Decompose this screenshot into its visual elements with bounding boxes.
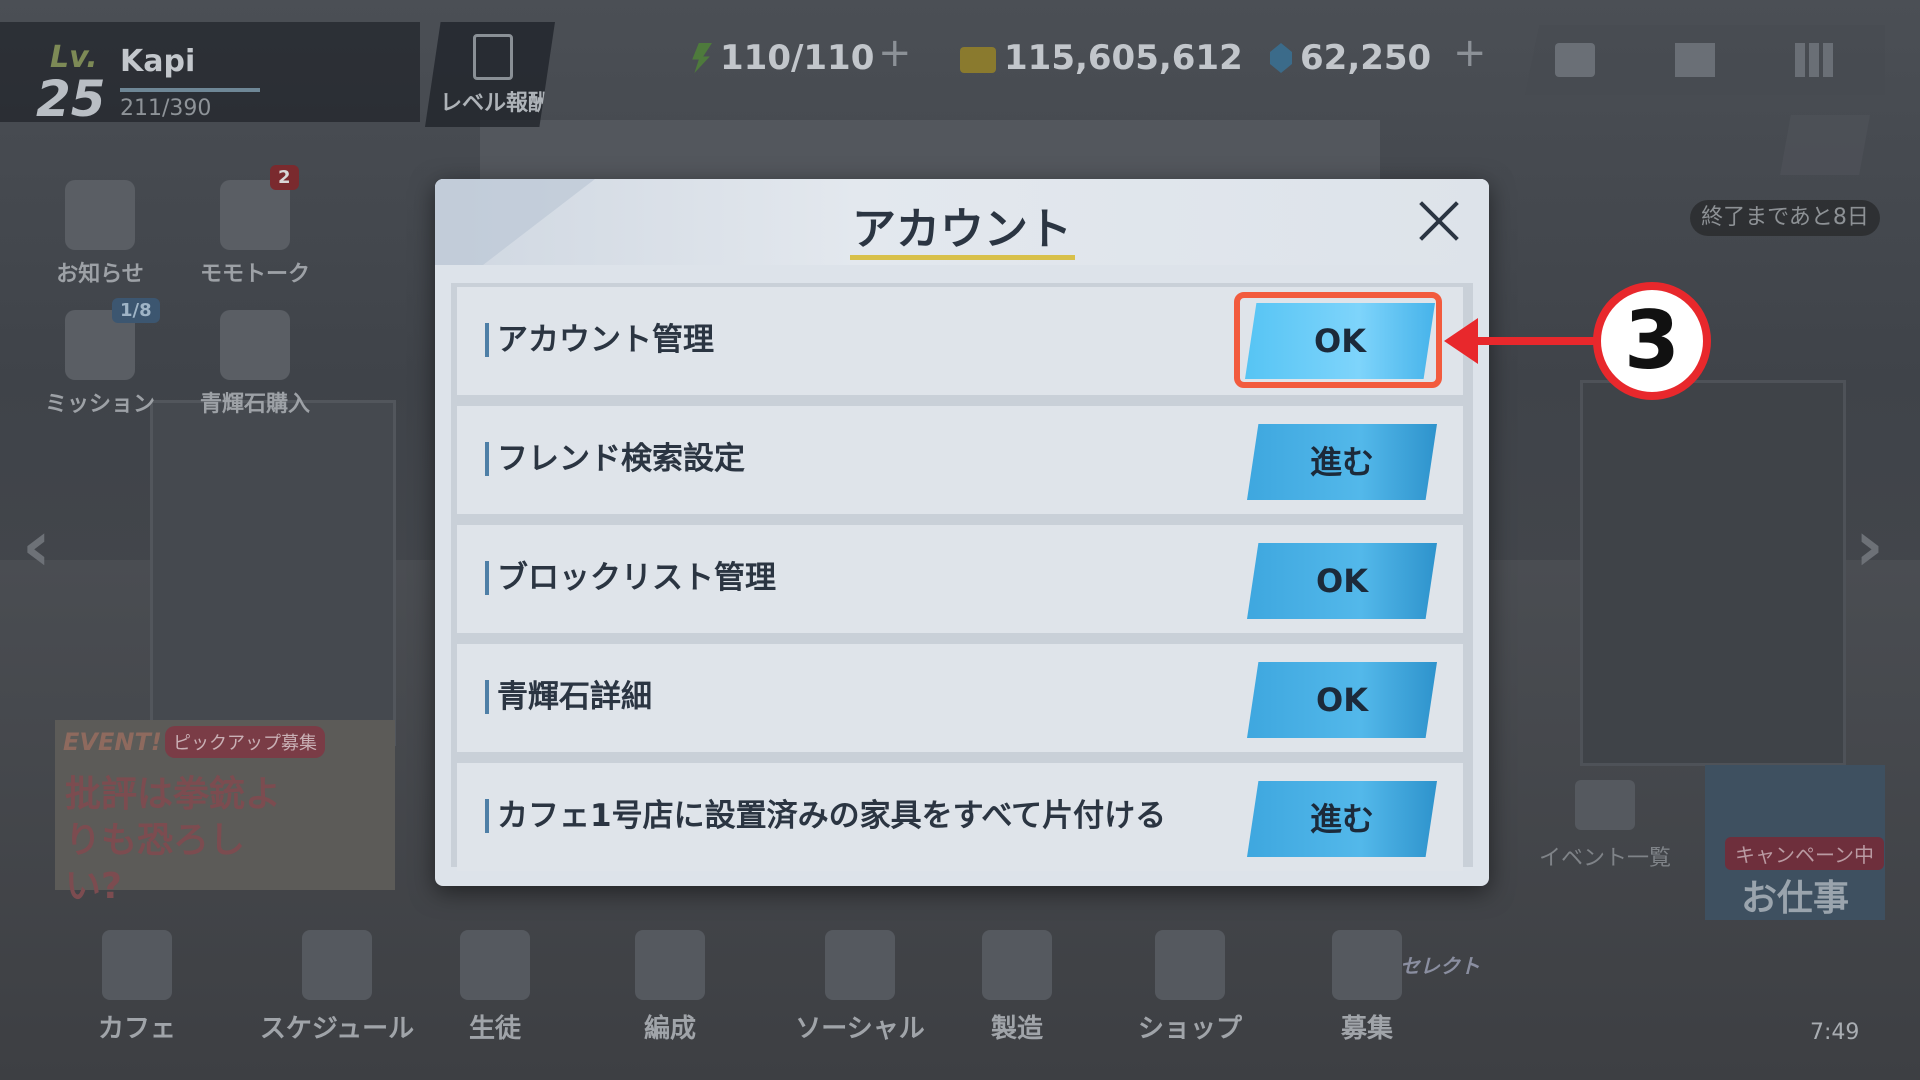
recruit-icon [1332, 930, 1402, 1000]
nav-craft-label: 製造 [990, 1014, 1043, 1044]
event-banner[interactable]: EVENT! ピックアップ募集 批評は拳銃よりも恐ろしい? [55, 720, 395, 907]
momotalk-button[interactable]: モモトーク [185, 180, 325, 288]
ap-plus-button[interactable]: + [878, 30, 912, 76]
lightning-icon [692, 43, 712, 73]
nav-recruit-label: 募集 [1340, 1014, 1393, 1044]
prev-arrow-icon[interactable]: ‹ [22, 505, 51, 587]
event-list-label: イベント一覧 [1538, 846, 1671, 871]
lock-icon [1575, 780, 1635, 830]
mission-button[interactable]: ミッション [30, 310, 170, 418]
mail-icon[interactable] [1675, 43, 1715, 77]
shop-icon [1155, 930, 1225, 1000]
work-label: お仕事 [1740, 878, 1849, 919]
account-dialog: アカウント アカウント管理 OK フレンド検索設定 進む ブロックリスト管理 O… [435, 179, 1489, 886]
nav-shop-label: ショップ [1137, 1014, 1242, 1044]
nav-cafe[interactable]: カフェ [62, 930, 212, 1045]
nav-craft[interactable]: 製造 [942, 930, 1092, 1045]
grid-menu-icon[interactable] [1795, 43, 1835, 77]
row-friend-search: フレンド検索設定 進む [457, 406, 1463, 514]
annotation-arrow-icon [1444, 318, 1478, 364]
row-label: ブロックリスト管理 [485, 561, 776, 595]
gem-shop-button[interactable]: 青輝石購入 [185, 310, 325, 418]
momotalk-badge: 2 [270, 165, 299, 190]
dialog-title: アカウント [852, 204, 1072, 255]
nav-students[interactable]: 生徒 [420, 930, 570, 1045]
friend-search-proceed-button[interactable]: 進む [1247, 424, 1437, 500]
row-label: 青輝石詳細 [485, 680, 652, 714]
row-cafe-furniture: カフェ1号店に設置済みの家具をすべて片付ける 進む [457, 763, 1463, 871]
craft-icon [982, 930, 1052, 1000]
row-gem-details: 青輝石詳細 OK [457, 644, 1463, 752]
bottom-nav: カフェ スケジュール 生徒 編成 ソーシャル 製造 ショップ 募集 [0, 930, 1920, 1080]
mission-badge: 1/8 [112, 298, 160, 323]
ap-counter: 110/110 [690, 38, 874, 78]
work-button[interactable]: キャンペーン中 お仕事 [1705, 765, 1885, 920]
notice-label: お知らせ [56, 262, 144, 287]
level-reward-label: レベル報酬 [439, 91, 550, 116]
gems-plus-button[interactable]: + [1453, 30, 1487, 76]
nav-social[interactable]: ソーシャル [770, 930, 950, 1045]
level-reward-button[interactable]: レベル報酬 [425, 22, 555, 127]
credits-value: 115,605,612 [1004, 38, 1243, 78]
nav-formation[interactable]: 編成 [595, 930, 745, 1045]
close-icon[interactable] [1411, 193, 1467, 249]
recruit-select-badge: セレクト [1400, 954, 1480, 978]
formation-icon [635, 930, 705, 1000]
ap-value: 110/110 [720, 38, 875, 78]
nav-students-label: 生徒 [468, 1014, 521, 1044]
top-icons [1525, 25, 1885, 95]
block-list-ok-button[interactable]: OK [1247, 543, 1437, 619]
phone-icon [220, 180, 290, 250]
background-cabinet [1580, 380, 1846, 766]
exp-text: 211/390 [120, 96, 212, 121]
nav-cafe-label: カフェ [97, 1014, 176, 1044]
cafe-icon [102, 930, 172, 1000]
profile-icon[interactable] [1555, 43, 1595, 77]
event-title: 批評は拳銃よりも恐ろしい? [65, 774, 282, 907]
gem-details-ok-button[interactable]: OK [1247, 662, 1437, 738]
step-number-badge: 3 [1593, 282, 1711, 400]
title-underline [850, 255, 1075, 260]
event-sub: ピックアップ募集 [165, 726, 325, 758]
gem-icon [1270, 43, 1292, 73]
fullscreen-button[interactable] [1780, 115, 1870, 175]
background-shelf [150, 400, 396, 746]
credit-icon [960, 47, 996, 73]
top-bar: Lv. 25 Kapi 211/390 レベル報酬 110/110 + 115,… [0, 0, 1920, 175]
clipboard-icon [473, 34, 513, 80]
gems-value: 62,250 [1300, 38, 1432, 78]
mission-label: ミッション [44, 392, 155, 417]
gems-counter: 62,250 [1270, 38, 1431, 78]
event-list-button[interactable]: イベント一覧 [1525, 780, 1685, 872]
nav-formation-label: 編成 [643, 1014, 696, 1044]
nav-schedule-label: スケジュール [259, 1014, 415, 1044]
row-label: フレンド検索設定 [485, 442, 745, 476]
next-arrow-icon[interactable]: › [1855, 505, 1884, 587]
megaphone-icon [65, 180, 135, 250]
nav-schedule[interactable]: スケジュール [242, 930, 432, 1045]
clock: 7:49 [1810, 1020, 1860, 1045]
campaign-tag: キャンペーン中 [1725, 837, 1884, 870]
row-block-list: ブロックリスト管理 OK [457, 525, 1463, 633]
player-name: Kapi [120, 44, 196, 79]
notice-button[interactable]: お知らせ [30, 180, 170, 288]
event-timer: 終了まであと8日 [1690, 200, 1880, 236]
player-level: 25 [36, 70, 106, 128]
gem-shop-label: 青輝石購入 [199, 392, 310, 417]
social-icon [825, 930, 895, 1000]
highlight-frame [1234, 292, 1442, 388]
schedule-icon [302, 930, 372, 1000]
momotalk-label: モモトーク [199, 262, 310, 287]
nav-shop[interactable]: ショップ [1115, 930, 1265, 1045]
students-icon [460, 930, 530, 1000]
cafe-furniture-proceed-button[interactable]: 進む [1247, 781, 1437, 857]
nav-social-label: ソーシャル [795, 1014, 925, 1044]
gem-bag-icon [220, 310, 290, 380]
row-label: カフェ1号店に設置済みの家具をすべて片付ける [485, 799, 1166, 833]
nav-recruit[interactable]: 募集 [1292, 930, 1442, 1045]
credits-counter: 115,605,612 [960, 38, 1243, 78]
row-label: アカウント管理 [485, 323, 714, 357]
event-tag: EVENT! [63, 728, 162, 756]
exp-bar [120, 88, 260, 92]
